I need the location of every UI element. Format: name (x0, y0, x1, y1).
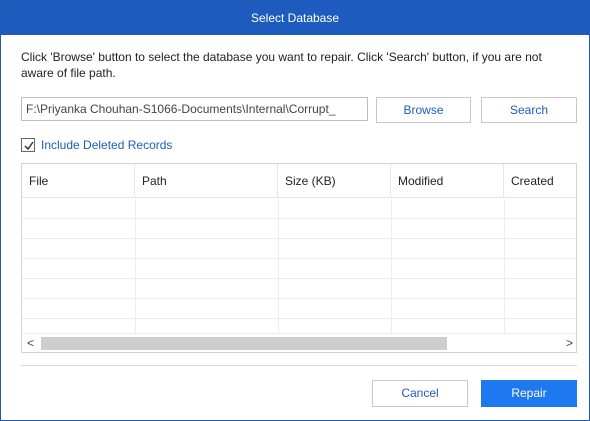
column-header-size[interactable]: Size (KB) (278, 164, 391, 198)
table-row-divider (22, 318, 576, 319)
browse-button[interactable]: Browse (376, 97, 471, 123)
cancel-button[interactable]: Cancel (372, 380, 468, 407)
scroll-left-arrow-icon[interactable]: < (22, 334, 39, 352)
repair-button[interactable]: Repair (481, 380, 577, 407)
search-button[interactable]: Search (481, 97, 577, 123)
table-row-divider (22, 218, 576, 219)
table-column-divider (278, 199, 279, 333)
include-deleted-records-checkbox[interactable] (21, 138, 35, 152)
instruction-text: Click 'Browse' button to select the data… (21, 50, 542, 80)
table-row-divider (22, 238, 576, 239)
table-body (22, 199, 576, 333)
column-header-path[interactable]: Path (135, 164, 278, 198)
scrollbar-thumb[interactable] (41, 337, 447, 350)
database-file-table: File Path Size (KB) Modified Created < > (21, 163, 577, 353)
database-path-field[interactable]: F:\Priyanka Chouhan-S1066-Documents\Inte… (21, 97, 368, 121)
footer-divider (21, 365, 577, 366)
table-header: File Path Size (KB) Modified Created (22, 164, 576, 198)
select-database-dialog: Select Database Click 'Browse' button to… (0, 0, 590, 421)
table-row-divider (22, 278, 576, 279)
table-row-divider (22, 258, 576, 259)
table-column-divider (504, 199, 505, 333)
table-row-divider (22, 298, 576, 299)
dialog-title: Select Database (1, 1, 589, 35)
column-header-created[interactable]: Created (504, 164, 576, 198)
column-header-modified[interactable]: Modified (391, 164, 504, 198)
horizontal-scrollbar[interactable]: < > (22, 333, 576, 352)
scroll-right-arrow-icon[interactable]: > (561, 334, 576, 352)
checkmark-icon (24, 141, 34, 151)
include-deleted-records-label: Include Deleted Records (41, 138, 173, 152)
column-header-file[interactable]: File (22, 164, 135, 198)
table-column-divider (391, 199, 392, 333)
table-column-divider (135, 199, 136, 333)
